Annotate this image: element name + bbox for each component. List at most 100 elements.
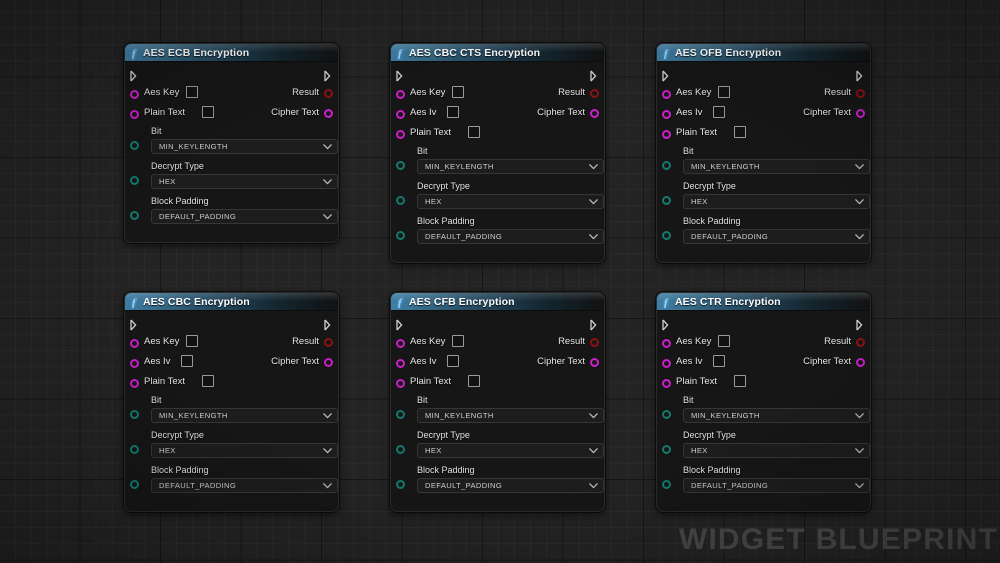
- input-pin-plain-text[interactable]: [662, 130, 671, 139]
- enum-dropdown[interactable]: MIN_KEYLENGTH: [151, 408, 338, 423]
- chevron-down-icon[interactable]: [855, 412, 864, 419]
- input-pin-plain-text[interactable]: [396, 379, 405, 388]
- input-pin-aes-iv[interactable]: [396, 359, 405, 368]
- input-pin-aes-key[interactable]: [130, 339, 139, 348]
- input-value-checkbox[interactable]: [186, 86, 199, 98]
- chevron-down-icon[interactable]: [855, 198, 864, 205]
- chevron-down-icon[interactable]: [323, 178, 332, 185]
- enum-dropdown[interactable]: HEX: [417, 443, 604, 458]
- enum-input-pin[interactable]: [130, 141, 139, 150]
- input-value-checkbox[interactable]: [447, 106, 460, 118]
- enum-dropdown[interactable]: MIN_KEYLENGTH: [151, 139, 338, 154]
- enum-dropdown[interactable]: MIN_KEYLENGTH: [683, 159, 870, 174]
- node-header[interactable]: ƒ AES CBC CTS Encryption: [391, 44, 604, 62]
- input-value-checkbox[interactable]: [452, 86, 465, 98]
- enum-input-pin[interactable]: [662, 445, 671, 454]
- enum-dropdown[interactable]: DEFAULT_PADDING: [683, 229, 870, 244]
- output-pin-cipher-text[interactable]: [590, 109, 599, 118]
- node-header[interactable]: ƒ AES ECB Encryption: [125, 44, 338, 62]
- blueprint-graph-canvas[interactable]: ƒ AES ECB Encryption Aes Key Result Plain Te…: [0, 0, 1000, 563]
- chevron-down-icon[interactable]: [589, 163, 598, 170]
- enum-input-pin[interactable]: [396, 445, 405, 454]
- blueprint-node-aes-cbc-encryption[interactable]: ƒ AES CBC Encryption Aes Key Result Aes Iv Ci…: [124, 292, 339, 512]
- output-pin-result[interactable]: [324, 338, 333, 347]
- output-pin-cipher-text[interactable]: [324, 109, 333, 118]
- exec-output-pin-icon[interactable]: [324, 319, 333, 331]
- exec-output-pin-icon[interactable]: [856, 70, 865, 82]
- chevron-down-icon[interactable]: [855, 163, 864, 170]
- exec-output-pin-icon[interactable]: [590, 319, 599, 331]
- input-pin-aes-key[interactable]: [130, 90, 139, 99]
- input-pin-plain-text[interactable]: [130, 110, 139, 119]
- chevron-down-icon[interactable]: [589, 482, 598, 489]
- enum-dropdown[interactable]: DEFAULT_PADDING: [151, 478, 338, 493]
- input-value-checkbox[interactable]: [713, 106, 726, 118]
- input-value-checkbox[interactable]: [718, 335, 731, 347]
- exec-input-pin-icon[interactable]: [396, 70, 405, 82]
- exec-output-pin-icon[interactable]: [590, 70, 599, 82]
- input-pin-aes-key[interactable]: [662, 339, 671, 348]
- output-pin-result[interactable]: [590, 338, 599, 347]
- enum-input-pin[interactable]: [662, 231, 671, 240]
- input-value-checkbox[interactable]: [186, 335, 199, 347]
- input-value-checkbox[interactable]: [468, 375, 480, 387]
- enum-input-pin[interactable]: [130, 211, 139, 220]
- enum-input-pin[interactable]: [396, 231, 405, 240]
- chevron-down-icon[interactable]: [323, 213, 332, 220]
- enum-dropdown[interactable]: MIN_KEYLENGTH: [417, 159, 604, 174]
- output-pin-cipher-text[interactable]: [590, 358, 599, 367]
- exec-input-pin-icon[interactable]: [130, 70, 139, 82]
- enum-dropdown[interactable]: MIN_KEYLENGTH: [683, 408, 870, 423]
- exec-input-pin-icon[interactable]: [662, 70, 671, 82]
- enum-dropdown[interactable]: DEFAULT_PADDING: [151, 209, 338, 224]
- enum-dropdown[interactable]: DEFAULT_PADDING: [417, 229, 604, 244]
- output-pin-result[interactable]: [590, 89, 599, 98]
- input-pin-aes-key[interactable]: [396, 90, 405, 99]
- node-header[interactable]: ƒ AES OFB Encryption: [657, 44, 870, 62]
- chevron-down-icon[interactable]: [589, 233, 598, 240]
- input-value-checkbox[interactable]: [202, 375, 214, 387]
- chevron-down-icon[interactable]: [323, 143, 332, 150]
- input-pin-plain-text[interactable]: [396, 130, 405, 139]
- chevron-down-icon[interactable]: [589, 447, 598, 454]
- enum-input-pin[interactable]: [396, 196, 405, 205]
- chevron-down-icon[interactable]: [323, 482, 332, 489]
- output-pin-cipher-text[interactable]: [324, 358, 333, 367]
- node-header[interactable]: ƒ AES CTR Encryption: [657, 293, 870, 311]
- enum-dropdown[interactable]: HEX: [417, 194, 604, 209]
- input-value-checkbox[interactable]: [734, 375, 746, 387]
- enum-dropdown[interactable]: DEFAULT_PADDING: [417, 478, 604, 493]
- output-pin-result[interactable]: [856, 89, 865, 98]
- enum-input-pin[interactable]: [396, 410, 405, 419]
- input-pin-aes-iv[interactable]: [130, 359, 139, 368]
- input-pin-aes-iv[interactable]: [662, 359, 671, 368]
- input-value-checkbox[interactable]: [468, 126, 480, 138]
- blueprint-node-aes-ctr-encryption[interactable]: ƒ AES CTR Encryption Aes Key Result Aes Iv Ci…: [656, 292, 871, 512]
- enum-dropdown[interactable]: DEFAULT_PADDING: [683, 478, 870, 493]
- exec-input-pin-icon[interactable]: [662, 319, 671, 331]
- blueprint-node-aes-ofb-encryption[interactable]: ƒ AES OFB Encryption Aes Key Result Aes Iv Ci…: [656, 43, 871, 263]
- enum-input-pin[interactable]: [130, 480, 139, 489]
- input-value-checkbox[interactable]: [452, 335, 465, 347]
- enum-input-pin[interactable]: [662, 161, 671, 170]
- blueprint-node-aes-cbc-cts-encryption[interactable]: ƒ AES CBC CTS Encryption Aes Key Result Aes …: [390, 43, 605, 263]
- input-value-checkbox[interactable]: [718, 86, 731, 98]
- chevron-down-icon[interactable]: [589, 198, 598, 205]
- blueprint-node-aes-cfb-encryption[interactable]: ƒ AES CFB Encryption Aes Key Result Aes Iv Ci…: [390, 292, 605, 512]
- exec-output-pin-icon[interactable]: [324, 70, 333, 82]
- enum-input-pin[interactable]: [130, 445, 139, 454]
- enum-input-pin[interactable]: [130, 410, 139, 419]
- input-value-checkbox[interactable]: [181, 355, 194, 367]
- enum-dropdown[interactable]: HEX: [151, 174, 338, 189]
- output-pin-cipher-text[interactable]: [856, 109, 865, 118]
- input-pin-aes-iv[interactable]: [396, 110, 405, 119]
- enum-dropdown[interactable]: MIN_KEYLENGTH: [417, 408, 604, 423]
- enum-input-pin[interactable]: [662, 196, 671, 205]
- output-pin-result[interactable]: [324, 89, 333, 98]
- enum-input-pin[interactable]: [662, 480, 671, 489]
- node-header[interactable]: ƒ AES CBC Encryption: [125, 293, 338, 311]
- chevron-down-icon[interactable]: [855, 233, 864, 240]
- input-pin-aes-key[interactable]: [396, 339, 405, 348]
- input-pin-plain-text[interactable]: [130, 379, 139, 388]
- enum-input-pin[interactable]: [396, 480, 405, 489]
